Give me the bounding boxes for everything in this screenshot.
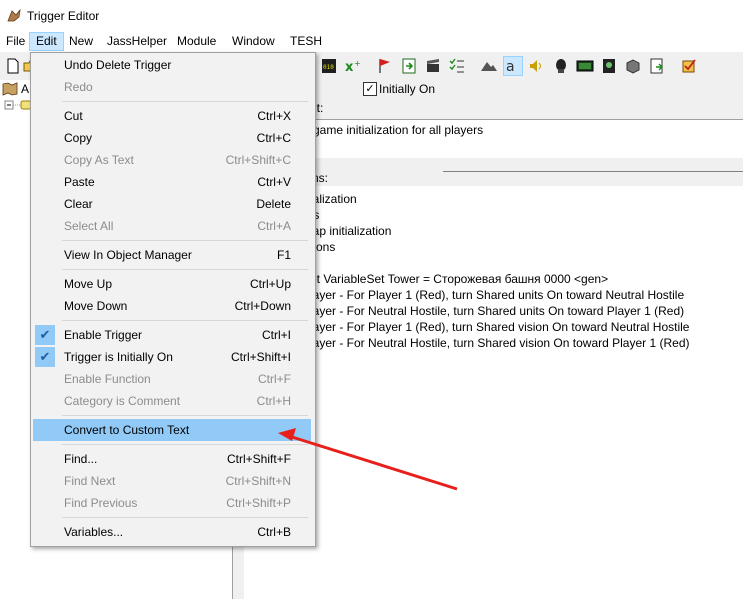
map-icon (2, 82, 18, 96)
function-line[interactable]: layer - For Neutral Hostile, turn Shared… (310, 336, 689, 350)
page-export-icon[interactable] (648, 57, 666, 75)
menu-item-find-previous[interactable]: Find Previous Ctrl+Shift+P (33, 492, 311, 514)
delete-x-icon[interactable]: x + (344, 57, 362, 75)
initially-on-label: Initially On (379, 82, 436, 96)
menu-separator (62, 240, 308, 241)
svg-text:010: 010 (323, 64, 334, 71)
menu-item-undo[interactable]: Undo Delete Trigger (33, 54, 311, 76)
function-line[interactable]: layer - For Player 1 (Red), turn Shared … (310, 288, 684, 302)
menu-item-copy[interactable]: Copy Ctrl+C (33, 127, 311, 149)
menu-window[interactable]: Window (226, 32, 281, 51)
menu-item-find[interactable]: Find... Ctrl+Shift+F (33, 448, 311, 470)
unit-icon[interactable] (552, 57, 570, 75)
menu-item-convert-to-custom-text[interactable]: Convert to Custom Text (33, 419, 311, 441)
functions-list[interactable]: ialization ts lap initialization tions e… (244, 186, 743, 599)
check-icon: ✔ (35, 347, 55, 367)
edit-menu-dropdown: Undo Delete Trigger Redo Cut Ctrl+X Copy… (30, 52, 316, 547)
menu-item-variables[interactable]: Variables... Ctrl+B (33, 521, 311, 543)
window-title: Trigger Editor (27, 9, 100, 23)
cube-icon[interactable] (624, 57, 642, 75)
monitor-icon[interactable] (576, 57, 594, 75)
menu-item-view-in-object-manager[interactable]: View In Object Manager F1 (33, 244, 311, 266)
menu-new[interactable]: New (63, 32, 99, 51)
menu-item-category-is-comment[interactable]: Category is Comment Ctrl+H (33, 390, 311, 412)
new-document-icon[interactable] (4, 57, 22, 75)
menu-separator (62, 444, 308, 445)
export-icon[interactable] (400, 57, 418, 75)
menu-item-clear[interactable]: Clear Delete (33, 193, 311, 215)
function-line[interactable]: layer - For Neutral Hostile, turn Shared… (310, 304, 684, 318)
check-icon: ✔ (35, 325, 55, 345)
tree-root-label[interactable]: A (21, 82, 29, 96)
flag-icon[interactable] (376, 57, 394, 75)
svg-text:a: a (506, 59, 515, 75)
menu-item-copy-as-text[interactable]: Copy As Text Ctrl+Shift+C (33, 149, 311, 171)
function-line[interactable]: et VariableSet Tower = Сторожевая башня … (310, 272, 608, 286)
menu-item-trigger-initially-on[interactable]: ✔ Trigger is Initially On Ctrl+Shift+I (33, 346, 311, 368)
functions-divider (443, 171, 743, 172)
menu-separator (62, 517, 308, 518)
clapper-icon[interactable] (424, 57, 442, 75)
menu-item-enable-trigger[interactable]: ✔ Enable Trigger Ctrl+I (33, 324, 311, 346)
app-icon (7, 9, 21, 22)
menu-item-find-next[interactable]: Find Next Ctrl+Shift+N (33, 470, 311, 492)
checklist-icon[interactable] (448, 57, 466, 75)
menu-separator (62, 320, 308, 321)
svg-text:+: + (354, 59, 361, 68)
menu-item-cut[interactable]: Cut Ctrl+X (33, 105, 311, 127)
menu-tesh[interactable]: TESH (284, 32, 328, 51)
binary-icon[interactable]: 010 (320, 57, 338, 75)
checkbox-tool-icon[interactable] (680, 57, 698, 75)
menu-separator (62, 269, 308, 270)
menu-module[interactable]: Module (171, 32, 222, 51)
function-line[interactable]: ialization (310, 192, 357, 206)
menu-separator (62, 415, 308, 416)
menu-bar: File Edit New JassHelper Module Window T… (0, 32, 743, 52)
menu-item-paste[interactable]: Paste Ctrl+V (33, 171, 311, 193)
menu-jasshelper[interactable]: JassHelper (101, 32, 173, 51)
menu-item-move-down[interactable]: Move Down Ctrl+Down (33, 295, 311, 317)
comment-text: game initialization for all players (313, 123, 484, 137)
menu-item-select-all[interactable]: Select All Ctrl+A (33, 215, 311, 237)
title-bar: Trigger Editor (0, 0, 743, 32)
function-line[interactable]: layer - For Player 1 (Red), turn Shared … (310, 320, 689, 334)
menu-file[interactable]: File (0, 32, 31, 51)
menu-edit[interactable]: Edit (29, 32, 64, 51)
menu-item-enable-function[interactable]: Enable Function Ctrl+F (33, 368, 311, 390)
initially-on-check-icon[interactable]: ✓ (363, 82, 377, 96)
terrain-icon[interactable] (480, 57, 498, 75)
function-line[interactable]: lap initialization (310, 224, 391, 238)
svg-text:x: x (345, 60, 354, 75)
menu-separator (62, 101, 308, 102)
menu-item-move-up[interactable]: Move Up Ctrl+Up (33, 273, 311, 295)
at-sign-icon[interactable]: a (503, 56, 523, 76)
menu-item-redo[interactable]: Redo (33, 76, 311, 98)
portrait-icon[interactable] (600, 57, 618, 75)
sound-icon[interactable] (528, 57, 546, 75)
